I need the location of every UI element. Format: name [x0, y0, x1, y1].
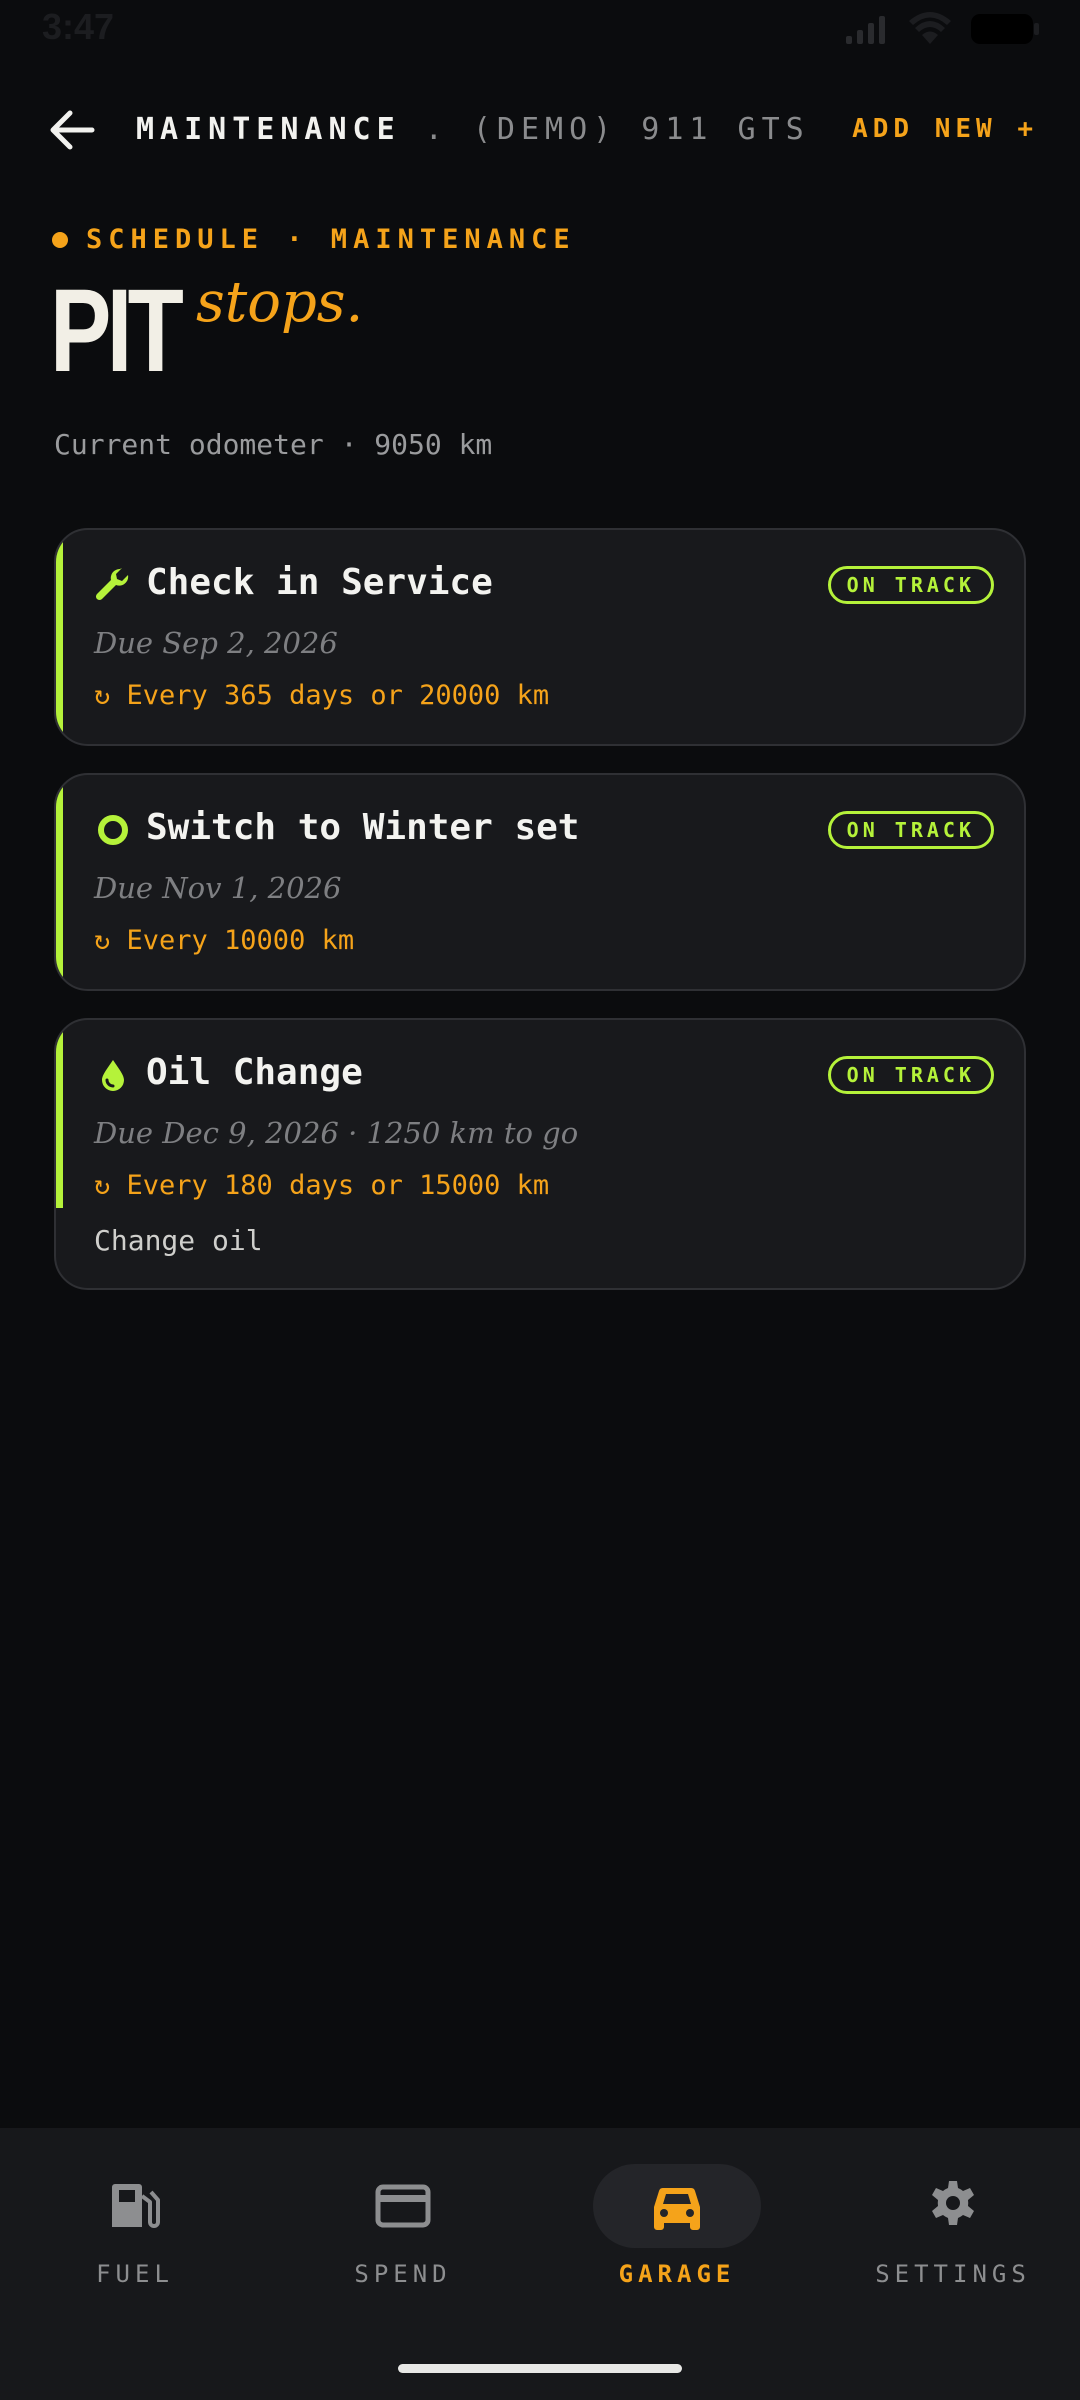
add-new-button[interactable]: ADD NEW +: [852, 114, 1038, 144]
status-bar: 3:47: [0, 0, 1080, 60]
card-due-date: Due Nov 1, 2026: [94, 871, 342, 905]
status-icons: [844, 12, 1040, 46]
battery-icon: [971, 14, 1039, 44]
card-repeat-interval: ↻ Every 10000 km: [94, 925, 355, 956]
card-due-date: Due Dec 9, 2026 · 1250 km to go: [94, 1116, 579, 1150]
page-title: MAINTENANCE . (DEMO) 911 GTS: [136, 112, 810, 147]
bottom-nav: FUEL SPEND GARAGE SETTINGS: [0, 2128, 1080, 2400]
maintenance-card-check-in-service[interactable]: Check in Service ON TRACK Due Sep 2, 202…: [54, 528, 1026, 746]
signal-icon: [846, 16, 885, 44]
nav-label: GARAGE: [618, 2260, 736, 2288]
section-eyebrow: SCHEDULE · MAINTENANCE: [52, 224, 576, 255]
eyebrow-text: SCHEDULE · MAINTENANCE: [86, 224, 576, 255]
maintenance-card-oil-change[interactable]: Oil Change ON TRACK Due Dec 9, 2026 · 12…: [54, 1018, 1026, 1290]
car-icon: [654, 2187, 700, 2230]
wrench-icon: [94, 566, 132, 604]
card-accent: [56, 530, 63, 744]
home-indicator: [398, 2364, 682, 2373]
vehicle-name: (DEMO) 911 GTS: [472, 112, 810, 147]
nav-item-garage[interactable]: GARAGE: [542, 2164, 812, 2304]
hero-script: stops.: [196, 270, 364, 335]
wifi-icon: [909, 12, 951, 44]
card-repeat-interval: ↻ Every 365 days or 20000 km: [94, 680, 550, 711]
odometer-readout: Current odometer · 9050 km: [54, 428, 493, 461]
card-due-date: Due Sep 2, 2026: [94, 626, 338, 660]
card-accent: [56, 1020, 63, 1208]
fuel-pump-icon: [112, 2184, 160, 2228]
status-badge: ON TRACK: [827, 811, 994, 849]
card-accent: [56, 775, 63, 989]
eyebrow-dot: [52, 231, 68, 248]
nav-item-spend[interactable]: SPEND: [268, 2164, 538, 2304]
status-badge: ON TRACK: [827, 1056, 994, 1094]
card-title: Oil Change: [146, 1052, 363, 1093]
card-title: Check in Service: [146, 562, 493, 603]
arrow-left-icon: [50, 110, 95, 150]
nav-label: SPEND: [354, 2260, 452, 2288]
back-button[interactable]: [48, 108, 96, 152]
gear-icon: [932, 2181, 974, 2225]
status-badge: ON TRACK: [827, 566, 994, 604]
nav-item-settings[interactable]: SETTINGS: [818, 2164, 1080, 2304]
top-bar: MAINTENANCE . (DEMO) 911 GTS ADD NEW +: [0, 90, 1080, 170]
card-note: Change oil: [94, 1224, 263, 1257]
nav-label: FUEL: [96, 2260, 174, 2288]
status-time: 3:47: [42, 6, 115, 47]
title-separator: .: [424, 112, 449, 147]
maintenance-card-winter-set[interactable]: Switch to Winter set ON TRACK Due Nov 1,…: [54, 773, 1026, 991]
card-repeat-interval: ↻ Every 180 days or 15000 km: [94, 1170, 550, 1201]
drop-icon: [94, 1056, 132, 1094]
nav-label: SETTINGS: [875, 2260, 1031, 2288]
hero-main: PIT: [50, 265, 184, 397]
credit-card-icon: [375, 2184, 431, 2228]
card-title: Switch to Winter set: [146, 807, 580, 848]
ring-icon: [94, 811, 132, 849]
nav-item-fuel[interactable]: FUEL: [0, 2164, 270, 2304]
page-title-main: MAINTENANCE: [136, 112, 401, 147]
